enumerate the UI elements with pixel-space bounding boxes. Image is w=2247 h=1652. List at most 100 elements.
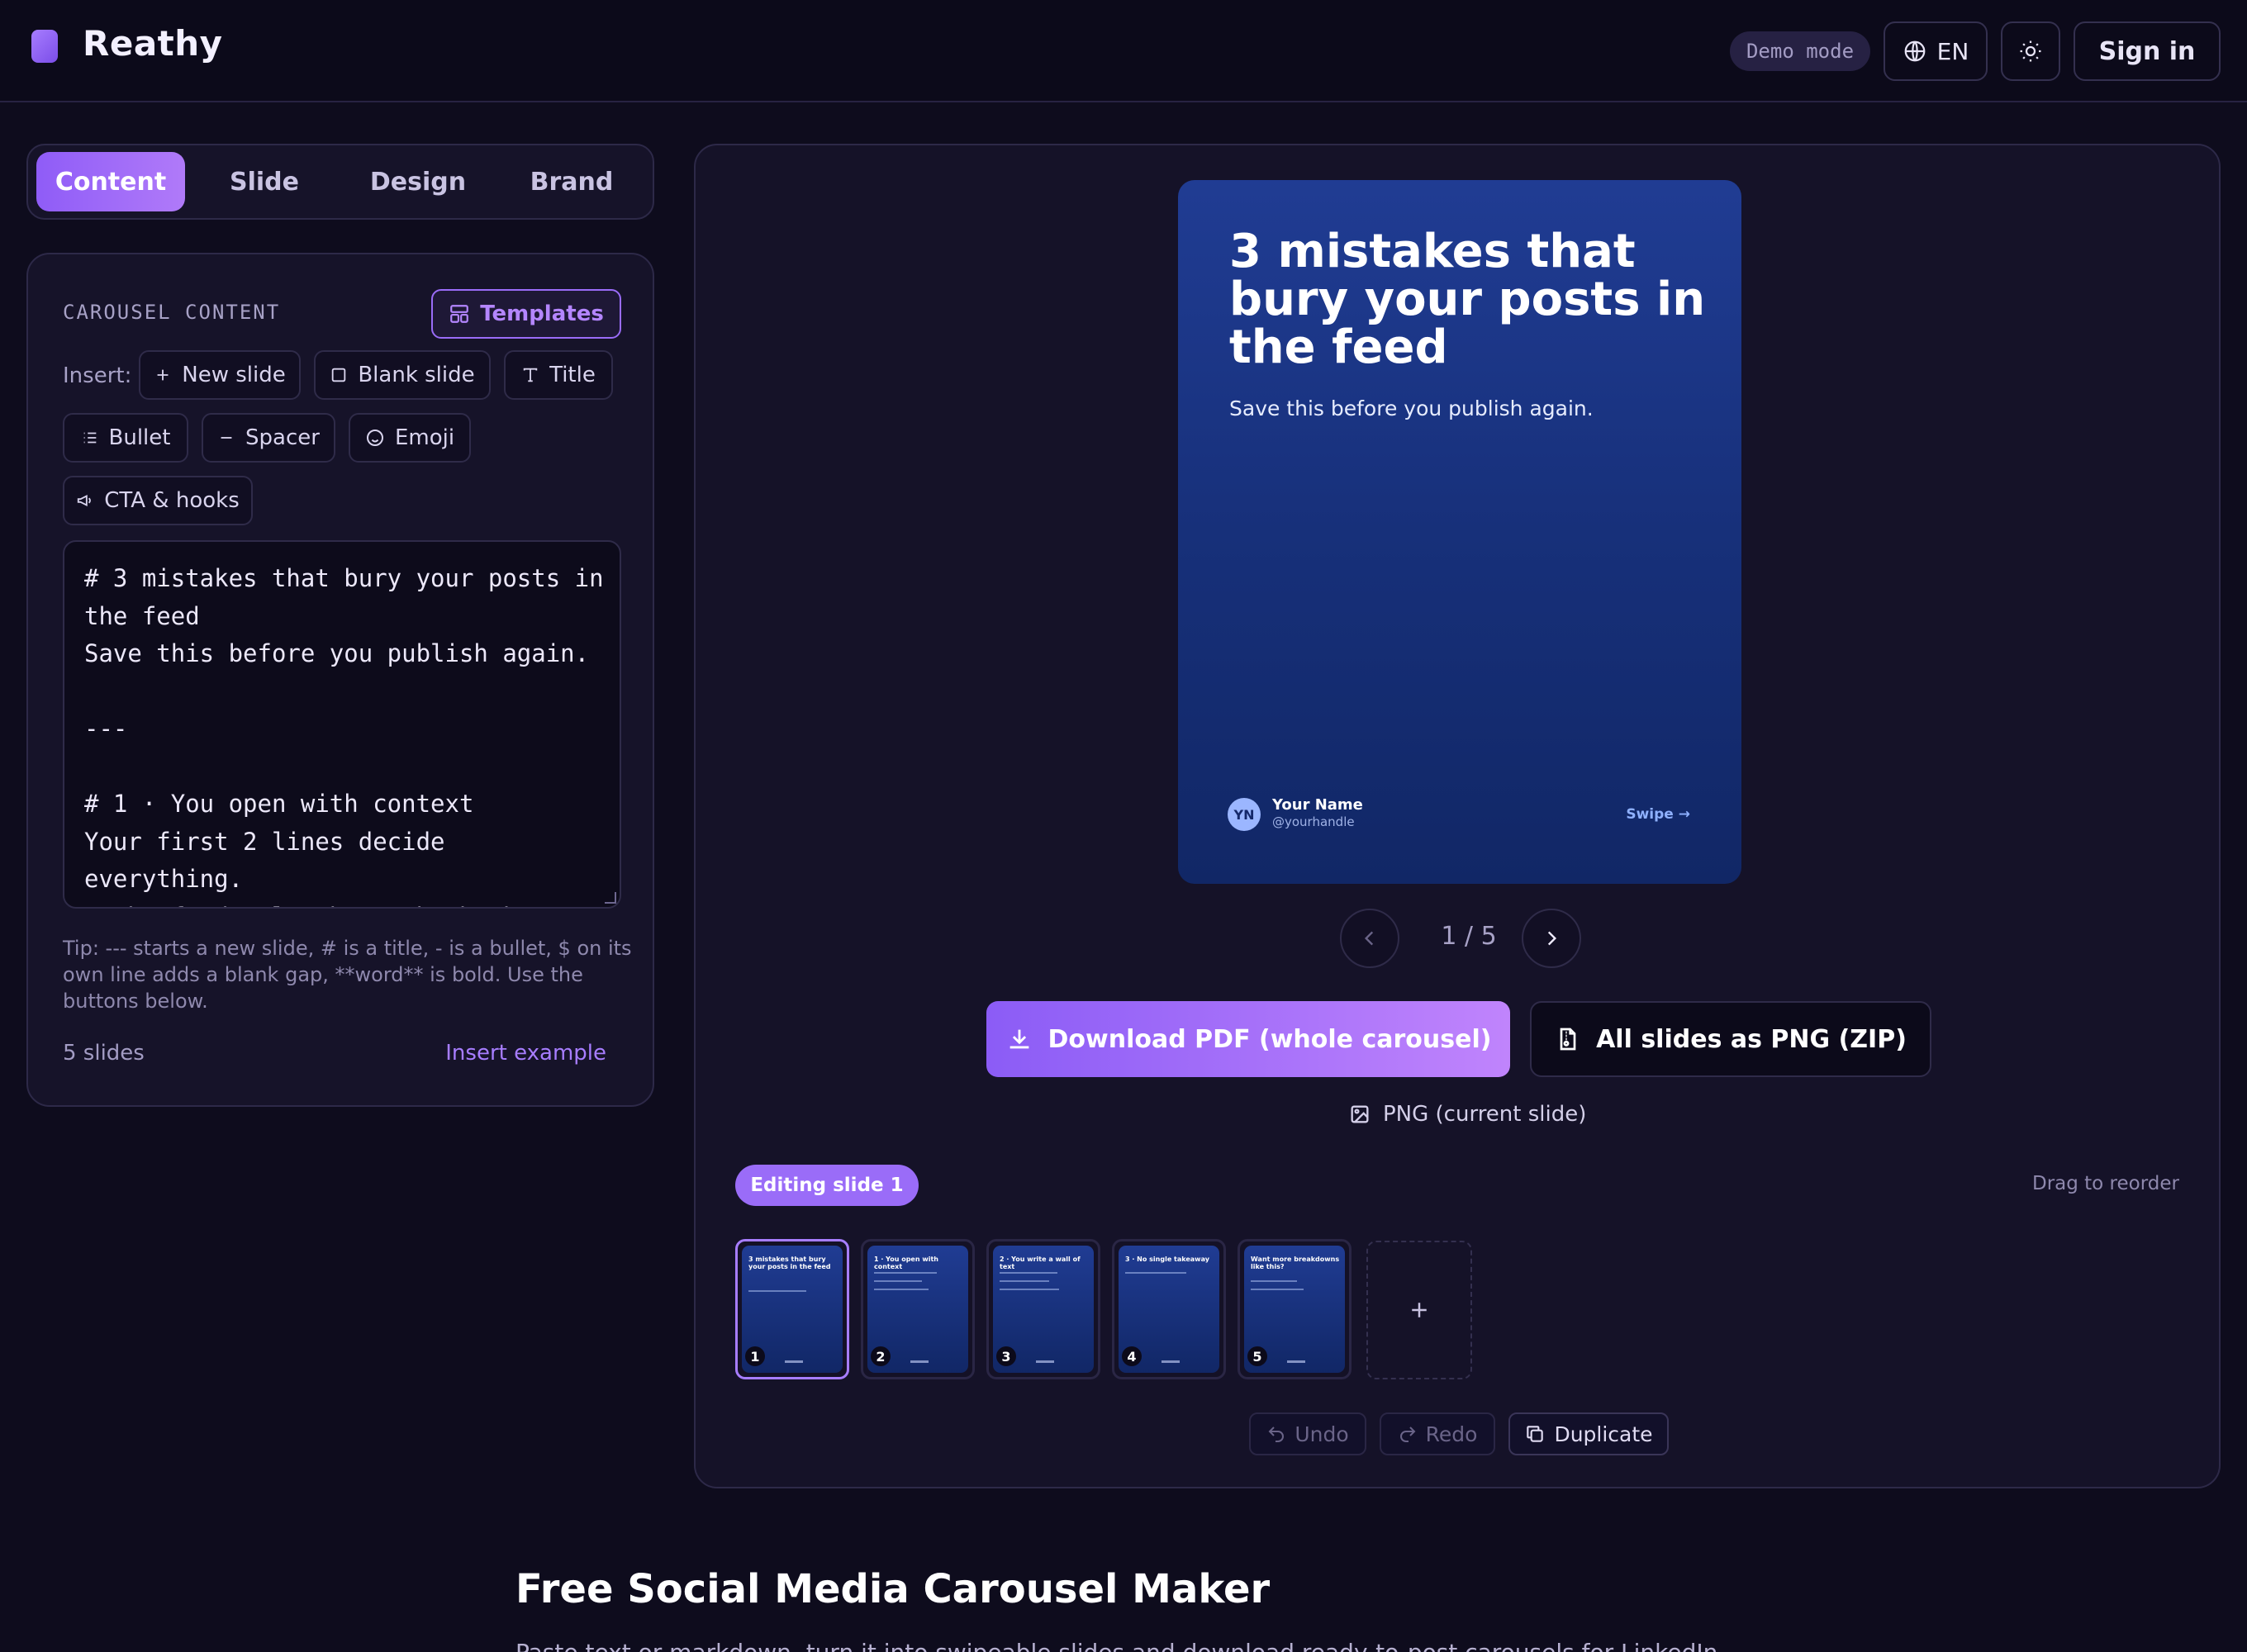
thumbnail-line — [874, 1289, 929, 1290]
thumbnail-preview: 3 mistakes that bury your posts in the f… — [742, 1246, 843, 1373]
page-heading: Free Social Media Carousel Maker — [515, 1566, 1271, 1612]
thumbnail-footer — [1287, 1360, 1305, 1363]
download-zip-label: All slides as PNG (ZIP) — [1596, 1024, 1907, 1054]
type-icon — [521, 366, 539, 384]
insert-blank-slide-button[interactable]: Blank slide — [314, 350, 491, 400]
duplicate-label: Duplicate — [1554, 1422, 1653, 1446]
slide-thumbnail-2[interactable]: 1 · You open with context 2 — [861, 1239, 975, 1379]
thumbnail-title: 2 · You write a wall of text — [1000, 1256, 1081, 1270]
minus-icon — [217, 429, 235, 447]
thumbnail-title: Want more breakdowns like this? — [1251, 1256, 1340, 1270]
thumbnail-footer — [1162, 1360, 1180, 1363]
markdown-editor[interactable]: # 3 mistakes that bury your posts in the… — [63, 540, 621, 909]
thumbnail-number: 1 — [745, 1346, 765, 1366]
chevron-left-icon — [1359, 928, 1380, 949]
tab-content[interactable]: Content — [36, 152, 185, 211]
png-current-label: PNG (current slide) — [1383, 1102, 1587, 1127]
cta-label: CTA & hooks — [104, 488, 240, 513]
plus-icon — [1407, 1298, 1432, 1322]
insert-spacer-button[interactable]: Spacer — [202, 413, 335, 463]
insert-title-button[interactable]: Title — [504, 350, 613, 400]
slides-count: 5 slides — [63, 1041, 145, 1066]
carousel-content-panel: CAROUSEL CONTENT Templates Insert: New s… — [26, 253, 654, 1107]
undo-icon — [1266, 1424, 1286, 1444]
thumbnail-line — [1000, 1280, 1049, 1282]
blank-slide-label: Blank slide — [358, 363, 475, 387]
layout-icon — [449, 303, 470, 325]
bullet-label: Bullet — [108, 425, 171, 450]
demo-mode-badge: Demo mode — [1730, 31, 1870, 71]
slide-thumbnail-5[interactable]: Want more breakdowns like this? 5 — [1238, 1239, 1352, 1379]
thumbnail-line — [874, 1280, 922, 1282]
tab-brand[interactable]: Brand — [497, 152, 646, 211]
redo-label: Redo — [1425, 1422, 1478, 1446]
undo-button[interactable]: Undo — [1249, 1412, 1366, 1455]
thumbnail-line — [1000, 1272, 1057, 1274]
plus-icon — [154, 366, 172, 384]
templates-button[interactable]: Templates — [431, 289, 621, 339]
avatar: YN — [1228, 798, 1261, 831]
author-handle: @yourhandle — [1272, 814, 1355, 829]
slide-counter: 1 / 5 — [1441, 922, 1497, 951]
smile-icon — [365, 428, 385, 448]
slide-thumbnail-1[interactable]: 3 mistakes that bury your posts in the f… — [735, 1239, 849, 1379]
editor-tabs: Content Slide Design Brand — [26, 144, 654, 220]
add-slide-button[interactable] — [1366, 1241, 1472, 1379]
new-slide-label: New slide — [182, 363, 286, 387]
sign-in-button[interactable]: Sign in — [2074, 21, 2221, 81]
next-slide-button[interactable] — [1522, 909, 1581, 968]
insert-example-link[interactable]: Insert example — [445, 1041, 606, 1066]
app-name[interactable]: Reathy — [83, 23, 223, 64]
syntax-tip: Tip: --- starts a new slide, # is a titl… — [63, 937, 632, 1013]
download-zip-button[interactable]: All slides as PNG (ZIP) — [1530, 1001, 1931, 1077]
previous-slide-button[interactable] — [1340, 909, 1399, 968]
chevron-right-icon — [1541, 928, 1562, 949]
language-button[interactable]: EN — [1884, 21, 1988, 81]
thumbnail-footer — [1036, 1360, 1054, 1363]
megaphone-icon — [76, 491, 94, 510]
drag-hint: Drag to reorder — [2031, 1173, 2179, 1194]
insert-cta-hooks-button[interactable]: CTA & hooks — [63, 476, 253, 525]
section-label: CAROUSEL CONTENT — [63, 301, 281, 324]
templates-label: Templates — [480, 301, 604, 326]
undo-label: Undo — [1295, 1422, 1349, 1446]
thumbnail-number: 2 — [871, 1346, 891, 1366]
duplicate-button[interactable]: Duplicate — [1508, 1412, 1669, 1455]
png-current-link[interactable]: PNG (current slide) — [1348, 1102, 1586, 1127]
emoji-label: Emoji — [394, 425, 455, 450]
spacer-label: Spacer — [245, 425, 320, 450]
thumbnail-title: 3 mistakes that bury your posts in the f… — [748, 1256, 831, 1270]
square-icon — [330, 366, 348, 384]
editor-content[interactable]: # 3 mistakes that bury your posts in the… — [84, 560, 613, 907]
download-pdf-button[interactable]: Download PDF (whole carousel) — [986, 1001, 1510, 1077]
author-name: Your Name — [1272, 796, 1363, 814]
slide-thumbnail-4[interactable]: 3 · No single takeaway 4 — [1112, 1239, 1226, 1379]
globe-icon — [1903, 39, 1927, 64]
theme-toggle-button[interactable] — [2001, 21, 2060, 81]
thumbnail-footer — [785, 1360, 803, 1363]
image-icon — [1348, 1103, 1371, 1126]
thumbnail-preview: 2 · You write a wall of text 3 — [993, 1246, 1094, 1373]
resize-handle[interactable] — [605, 892, 616, 904]
sun-icon — [2018, 39, 2043, 64]
thumbnail-number: 3 — [996, 1346, 1016, 1366]
thumbnail-line — [1251, 1289, 1304, 1290]
redo-button[interactable]: Redo — [1380, 1412, 1495, 1455]
language-label: EN — [1936, 37, 1969, 65]
tab-design[interactable]: Design — [344, 152, 492, 211]
slide-preview[interactable]: 3 mistakes that bury your posts in the f… — [1178, 180, 1741, 884]
logo-icon — [31, 30, 58, 63]
thumbnail-footer — [910, 1360, 929, 1363]
thumbnail-preview: 3 · No single takeaway 4 — [1119, 1246, 1219, 1373]
slide-subtitle: Save this before you publish again. — [1229, 396, 1594, 420]
thumbnail-number: 5 — [1247, 1346, 1267, 1366]
editing-badge: Editing slide 1 — [735, 1165, 919, 1206]
tab-slide[interactable]: Slide — [190, 152, 339, 211]
insert-emoji-button[interactable]: Emoji — [349, 413, 471, 463]
thumbnail-line — [1125, 1272, 1186, 1274]
insert-new-slide-button[interactable]: New slide — [139, 350, 301, 400]
thumbnail-line — [748, 1290, 806, 1292]
insert-bullet-button[interactable]: Bullet — [63, 413, 188, 463]
slide-title: 3 mistakes that bury your posts in the f… — [1229, 225, 1706, 374]
slide-thumbnail-3[interactable]: 2 · You write a wall of text 3 — [986, 1239, 1100, 1379]
